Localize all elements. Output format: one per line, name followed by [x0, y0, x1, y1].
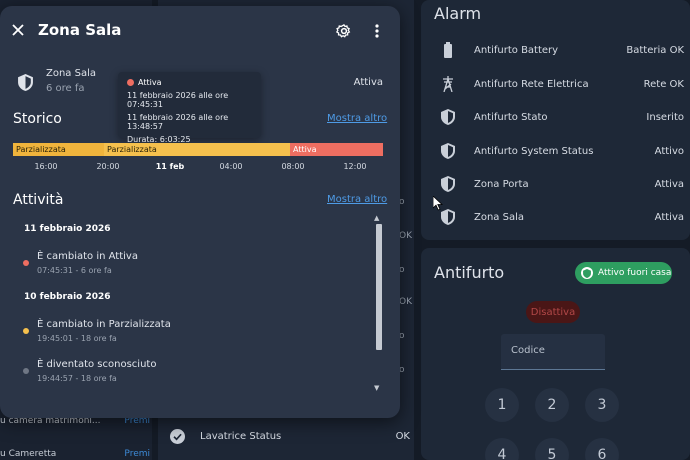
alarm-row-state: Batteria OK: [626, 44, 684, 56]
segment-label: Parzializzata: [107, 145, 157, 154]
shield-icon: [434, 176, 462, 192]
timeline-segment[interactable]: Parzializzata: [13, 143, 104, 156]
alarm-row-state: Attivo: [654, 145, 684, 157]
state-dot: [23, 368, 29, 374]
check-circle-icon: [166, 428, 188, 444]
alarm-row-state: Attiva: [654, 178, 684, 190]
timeline-tick: 20:00: [96, 162, 120, 171]
history-tooltip: Attiva 11 febbraio 2026 alle ore 07:45:3…: [118, 72, 261, 144]
shield-icon: [581, 267, 593, 279]
antifurto-card-title: Antifurto: [434, 263, 505, 282]
press-button[interactable]: Premi: [124, 449, 150, 459]
segment-label: Parzializzata: [16, 145, 66, 154]
history-title: Storico: [13, 111, 62, 127]
dialog-title: Zona Sala: [38, 21, 122, 39]
state-dot: [23, 260, 29, 266]
alarm-row-state: Inserito: [646, 111, 684, 123]
entity-name: Zona Sala: [46, 68, 96, 79]
logbook-date: 10 febbraio 2026: [24, 292, 111, 302]
logbook-title: Attività: [13, 192, 64, 208]
state-dot: [127, 79, 134, 86]
timeline-tick: 16:00: [34, 162, 58, 171]
alarm-row-zona-porta[interactable]: Zona Porta Attiva: [434, 174, 684, 194]
close-icon[interactable]: [8, 20, 28, 40]
keypad-key-2[interactable]: 2: [535, 388, 569, 422]
alarm-row-name: Antifurto System Status: [474, 145, 594, 157]
alarm-row-name: Zona Porta: [474, 178, 529, 190]
power-tower-icon: [434, 76, 462, 92]
alarm-row-zona-sala[interactable]: Zona Sala Attiva: [434, 207, 684, 227]
shield-icon: [434, 109, 462, 125]
left-button-row[interactable]: u Cameretta Premi: [0, 447, 150, 460]
timeline-segment[interactable]: Parzializzata: [104, 143, 290, 156]
scrollbar-thumb[interactable]: [376, 224, 382, 350]
timeline-segment[interactable]: Attiva: [290, 143, 383, 156]
tooltip-header: Attiva: [127, 78, 261, 87]
alarm-row-name: Antifurto Rete Elettrica: [474, 78, 589, 90]
lavatrice-status-name: Lavatrice Status: [200, 430, 282, 442]
left-button-label: u Cameretta: [0, 449, 57, 459]
alarm-row-name: Zona Sala: [474, 211, 524, 223]
keypad-key-3[interactable]: 3: [585, 388, 619, 422]
logbook-list[interactable]: 11 febbraio 2026 È cambiato in Attiva 07…: [12, 214, 388, 394]
tooltip-state: Attiva: [138, 78, 162, 87]
timeline-tick: 08:00: [281, 162, 305, 171]
logbook-entry-time: 19:44:57 - 18 ore fa: [37, 374, 117, 383]
tooltip-from: 11 febbraio 2026 alle ore 07:45:31: [127, 91, 229, 109]
more-vert-icon[interactable]: [368, 20, 386, 42]
timeline-tick: 12:00: [343, 162, 367, 171]
history-timeline[interactable]: Parzializzata Parzializzata Attiva: [13, 143, 383, 156]
scroll-down-arrow[interactable]: ▼: [374, 384, 379, 392]
logbook-entry-time: 19:45:01 - 18 ore fa: [37, 334, 117, 343]
state-dot: [23, 328, 29, 334]
alarm-row-system-status[interactable]: Antifurto System Status Attivo: [434, 141, 684, 161]
logbook-entry-text: È cambiato in Attiva: [37, 251, 138, 262]
keypad-key-1[interactable]: 1: [485, 388, 519, 422]
alarm-row-state: Rete OK: [643, 78, 684, 90]
logbook-entry-time: 07:45:31 - 6 ore fa: [37, 266, 112, 275]
alarm-row-battery[interactable]: Antifurto Battery Batteria OK: [434, 40, 684, 60]
arm-mode-label: Attivo fuori casa: [598, 268, 672, 278]
alarm-row-state: Attiva: [654, 211, 684, 223]
mouse-cursor-icon: [432, 195, 444, 215]
segment-label: Attiva: [293, 145, 317, 154]
shield-icon: [434, 143, 462, 159]
mid-peek-value: OK: [399, 297, 412, 307]
timeline-tick: 04:00: [219, 162, 243, 171]
logbook-date: 11 febbraio 2026: [24, 224, 111, 234]
logbook-entry-text: È diventato sconosciuto: [37, 359, 157, 370]
scroll-up-arrow[interactable]: ▲: [374, 214, 379, 222]
entity-state: Attiva: [353, 77, 383, 88]
gear-icon[interactable]: [333, 20, 355, 42]
alarm-row-name: Antifurto Battery: [474, 44, 559, 56]
tooltip-to: 11 febbraio 2026 alle ore 13:48:57: [127, 113, 229, 131]
alarm-row-name: Antifurto Stato: [474, 111, 548, 123]
history-show-more-link[interactable]: Mostra altro: [327, 113, 387, 124]
shield-icon: [18, 74, 33, 95]
entity-last-changed: 6 ore fa: [46, 83, 85, 94]
alarm-row-stato[interactable]: Antifurto Stato Inserito: [434, 107, 684, 127]
lavatrice-status-state: OK: [395, 430, 410, 442]
alarm-card-title: Alarm: [434, 4, 482, 23]
logbook-show-more-link[interactable]: Mostra altro: [327, 194, 387, 205]
timeline-tick: 11 feb: [155, 162, 185, 171]
logbook-entry-text: È cambiato in Parzializzata: [37, 319, 171, 330]
lavatrice-status-row[interactable]: Lavatrice Status OK: [166, 426, 410, 446]
mid-peek-value: OK: [399, 231, 412, 241]
disarm-button[interactable]: Disattiva: [526, 301, 580, 323]
battery-icon: [434, 42, 462, 58]
alarm-row-rete[interactable]: Antifurto Rete Elettrica Rete OK: [434, 74, 684, 94]
code-input[interactable]: Codice: [501, 334, 605, 370]
arm-mode-chip[interactable]: Attivo fuori casa: [575, 262, 672, 284]
